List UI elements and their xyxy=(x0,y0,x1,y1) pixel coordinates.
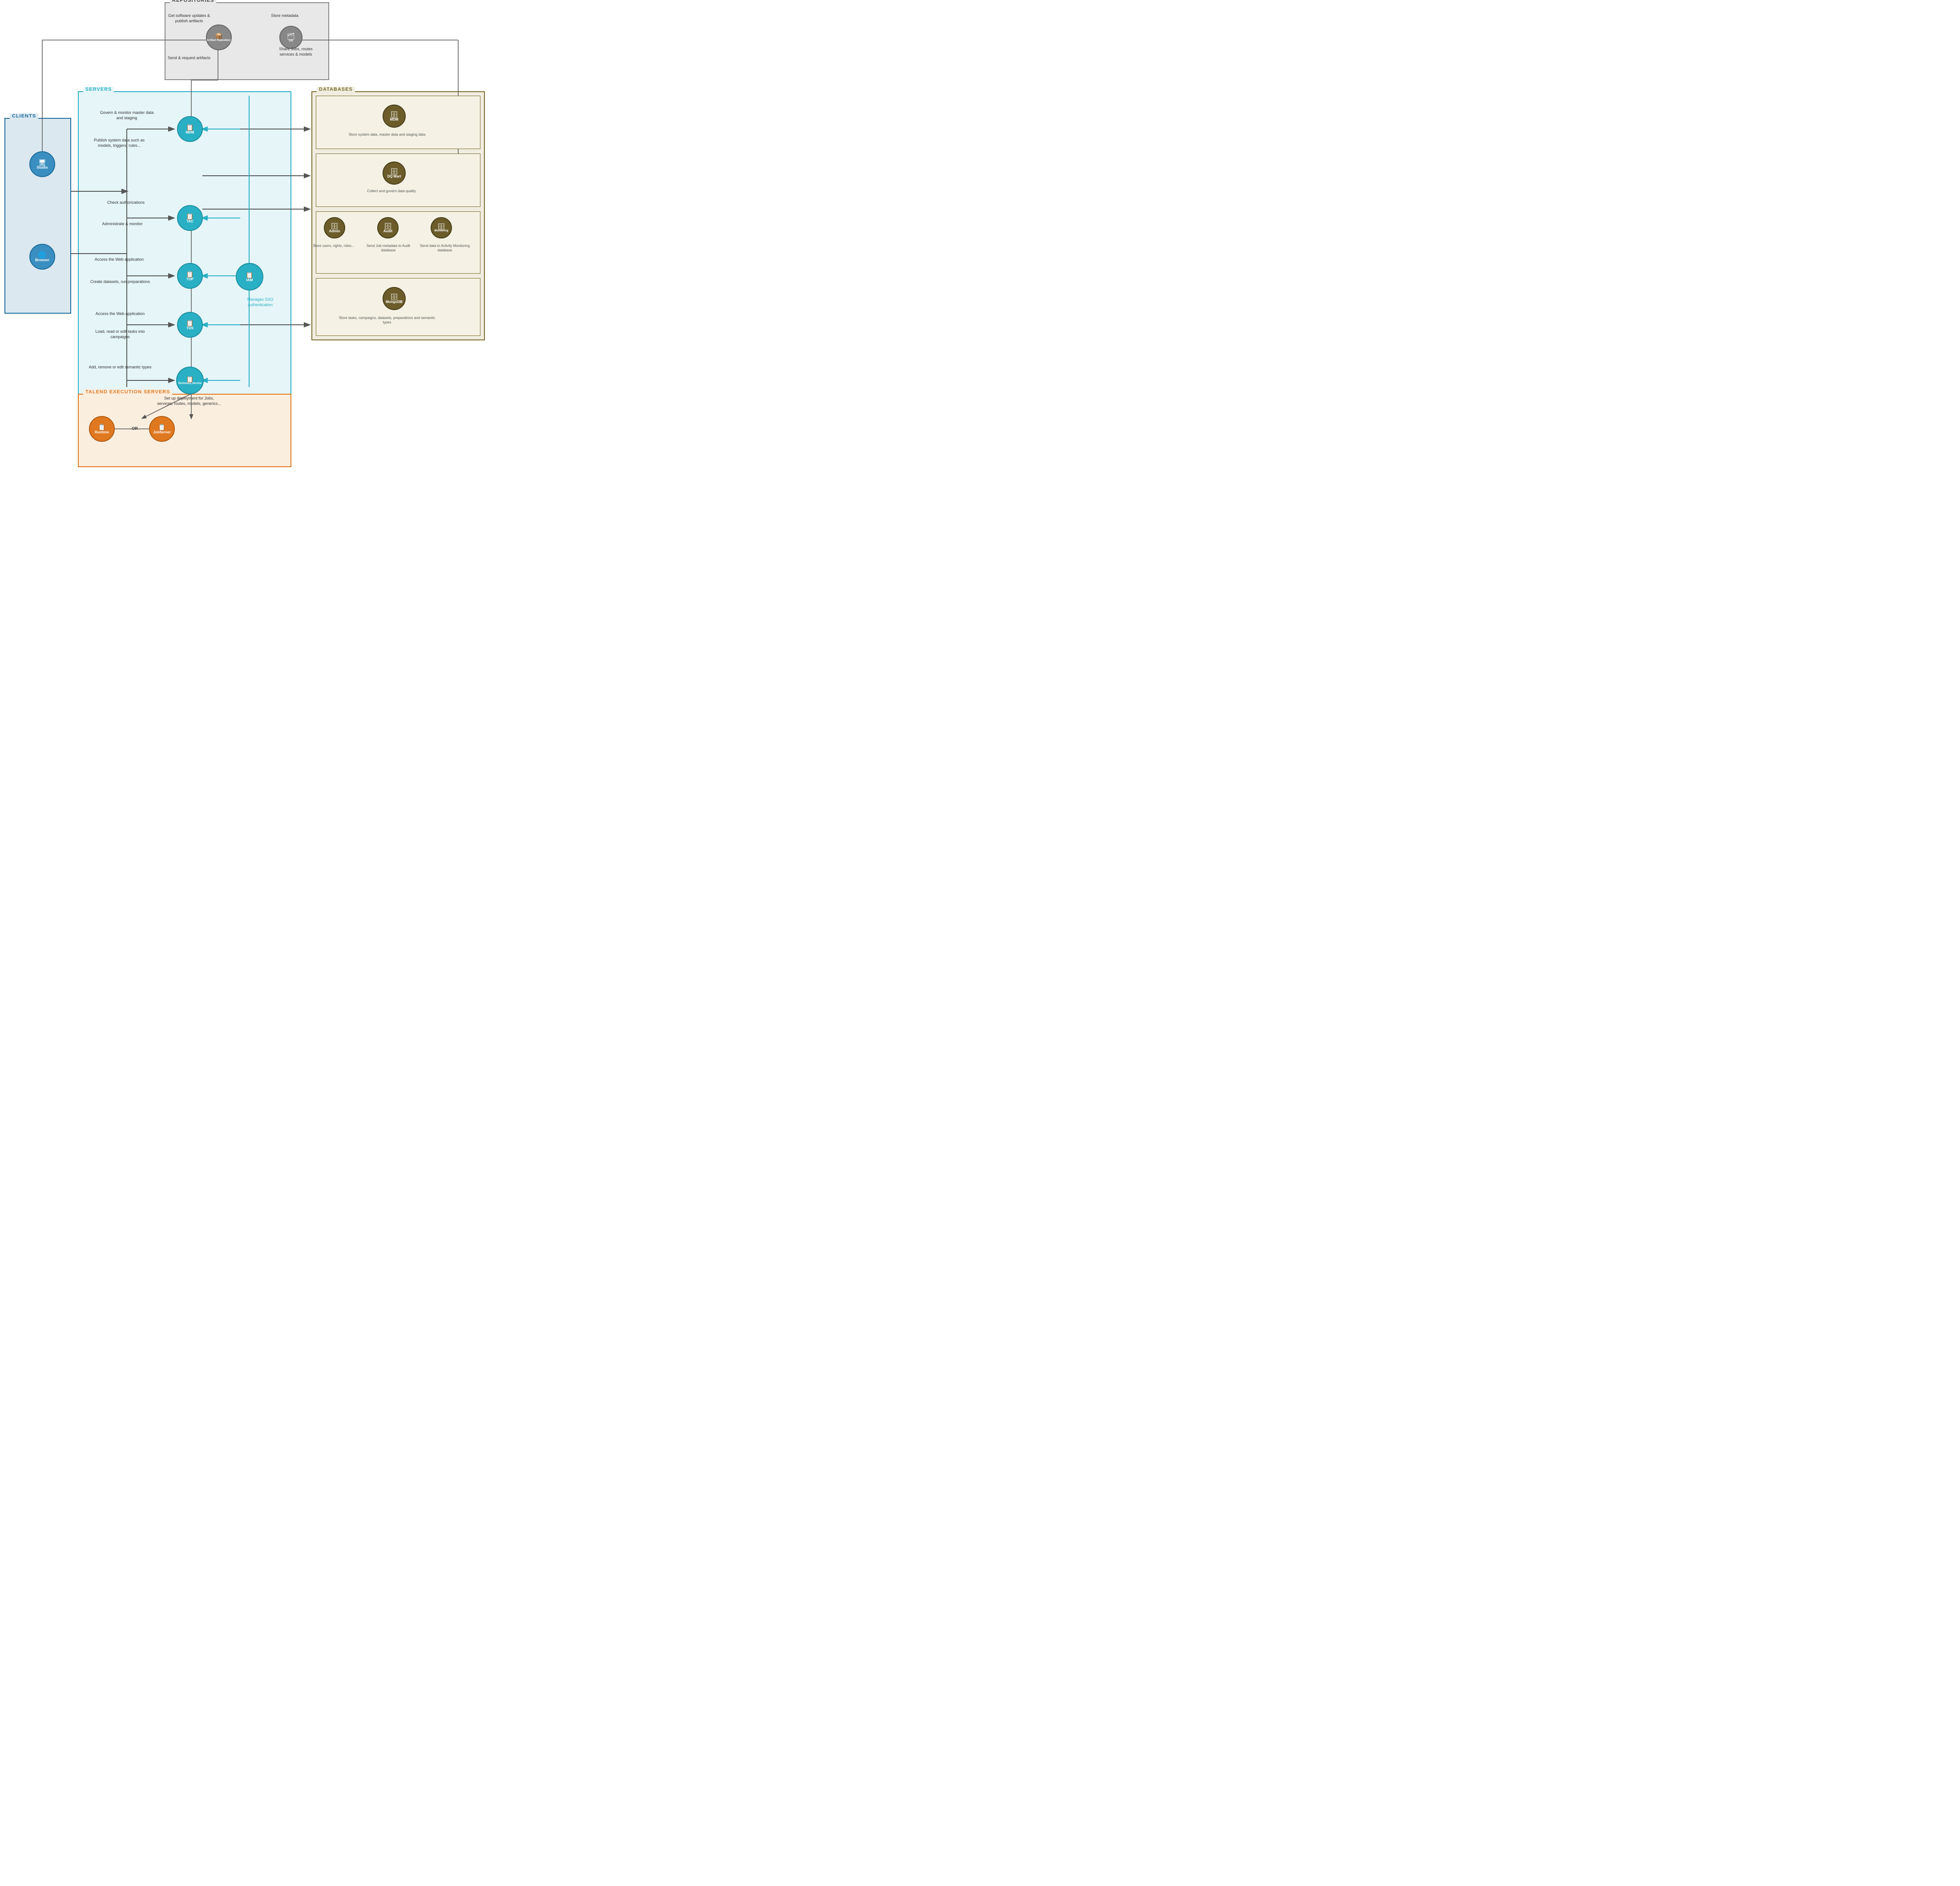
iam-server-icon: 📋 IAM xyxy=(236,263,263,291)
clients-box: CLIENTS xyxy=(4,118,71,314)
diagram-container: REPOSITORIES CLIENTS SERVERS DATABASES T… xyxy=(0,0,490,472)
tdp-server-icon: 📋 TDP xyxy=(177,263,203,289)
monitoring-annotation: Send data to Activity Monitoring databas… xyxy=(418,244,472,253)
annotation-access-web2: Access the Web application xyxy=(89,311,151,317)
monitoring-db-icon: 🗄 Monitoring xyxy=(431,217,452,238)
artifact-repository-icon: 📦 Artifact Repository xyxy=(206,24,232,50)
git-icon: 🗂 Git xyxy=(279,26,302,49)
dictionary-service-icon: 📋 Dictionary Service xyxy=(176,367,204,394)
audit-db-icon: 🗄 Audit xyxy=(377,217,399,238)
admin-db-icon: 🗄 Admin xyxy=(324,217,345,238)
annotation-govern: Govern & monitor master data and staging xyxy=(98,110,156,121)
browser-icon: 🌐 Browser xyxy=(29,244,55,270)
tds-server-icon: 📋 TDS xyxy=(177,312,203,338)
annotation-send: Send & request artifacts xyxy=(167,56,211,61)
dq-annotation: Collect and govern data quality xyxy=(351,189,432,194)
annotation-share: Share Jobs, routes services & models xyxy=(271,47,320,57)
annotation-manages-sso: Manages SSO authentication xyxy=(242,297,278,307)
annotation-load: Load, read or edit tasks into campaigns xyxy=(87,329,153,339)
studio-icon: 🖥 Studio xyxy=(29,151,55,177)
admin-annotation: Store users, rights, roles... xyxy=(311,244,356,248)
mdm-server-icon: 📋 MDM xyxy=(177,116,203,142)
annotation-add: Add, remove or edit semantic types xyxy=(87,365,153,370)
annotation-create: Create datasets, run preparations xyxy=(89,279,151,285)
annotation-check: Check authorizations xyxy=(101,200,150,206)
annotation-setup: Set up deployment for Jobs, services, ro… xyxy=(156,396,222,406)
mongodb-icon: 🗄 MongoDB xyxy=(383,287,406,310)
audit-annotation: Send Job metadata to Audit database xyxy=(364,244,413,253)
runtime-icon: 📋 Runtime xyxy=(89,416,115,442)
or-label: OR xyxy=(128,426,141,432)
execution-title: TALEND EXECUTION SERVERS xyxy=(83,389,172,395)
dq-mart-icon: 🗄 DQ Mart xyxy=(383,162,406,185)
annotation-access-web: Access the Web application xyxy=(88,257,150,263)
clients-title: CLIENTS xyxy=(10,113,38,119)
annotation-admin: Administrate & monitor xyxy=(96,222,149,227)
tac-server-icon: 📋 TAC xyxy=(177,205,203,231)
mongodb-annotation: Store tasks, campaigns, datasets, prepar… xyxy=(338,316,436,325)
repositories-title: REPOSITORIES xyxy=(170,0,216,3)
annotation-software: Get software updates & publish artifacts xyxy=(167,13,211,24)
mdm-db-icon: 🗄 MDM xyxy=(383,105,406,128)
databases-title: DATABASES xyxy=(317,87,355,92)
mdm-db-annotation: Store system data, master data and stagi… xyxy=(343,133,432,137)
servers-title: SERVERS xyxy=(83,87,114,92)
jobserver-icon: 📋 JobServer xyxy=(149,416,175,442)
annotation-metadata: Store metadata xyxy=(267,13,302,19)
annotation-publish: Publish system data such as models, trig… xyxy=(88,138,150,148)
